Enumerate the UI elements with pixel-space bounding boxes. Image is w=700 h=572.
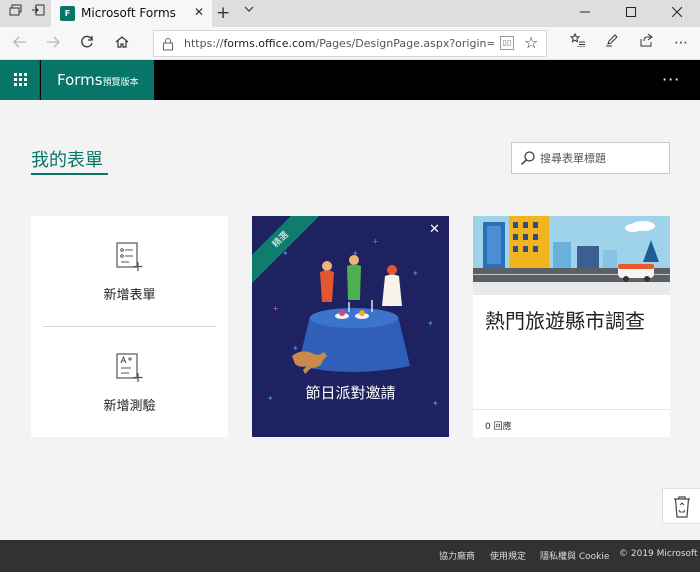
url-path: /Pages/DesignPage.aspx?origin=shell&auth [315, 37, 494, 50]
form-card[interactable]: 熱門旅遊縣市調查 0 回應 [473, 216, 670, 437]
new-form-button[interactable]: 新增表單 [31, 216, 228, 326]
search-input[interactable] [540, 147, 666, 169]
address-bar[interactable]: https://forms.office.com/Pages/DesignPag… [153, 30, 547, 57]
dismiss-icon[interactable]: ✕ [429, 222, 440, 237]
recycle-bin-icon [674, 496, 690, 518]
new-quiz-label: 新增測驗 [103, 399, 156, 414]
reading-view-icon[interactable]: ▯▯ [500, 36, 514, 50]
brand-suffix: 預覽版本 [102, 78, 139, 88]
url-scheme: https:// [184, 37, 224, 50]
close-window-button[interactable] [654, 0, 700, 27]
forms-favicon-icon: F [60, 6, 75, 21]
waffle-icon [14, 73, 27, 86]
form-title: 熱門旅遊縣市調查 [485, 309, 645, 333]
favorite-star-icon[interactable]: ☆ [524, 33, 538, 52]
back-arrow-icon[interactable] [8, 33, 30, 55]
page-title[interactable]: 我的表單 [31, 146, 103, 172]
forms-app-bar: Forms預覽版本 ··· [0, 60, 700, 100]
address-toolbar: https://forms.office.com/Pages/DesignPag… [0, 27, 700, 60]
search-icon [521, 151, 535, 165]
response-count: 0 回應 [485, 422, 512, 432]
terms-link[interactable]: 使用規定 [490, 549, 526, 562]
share-icon[interactable] [636, 32, 658, 54]
tab-groups-icon[interactable] [5, 4, 25, 24]
tab-title: Microsoft Forms [81, 6, 176, 20]
third-party-link[interactable]: 協力廠商 [439, 549, 475, 562]
new-form-icon [116, 242, 143, 271]
set-aside-tabs-icon[interactable] [28, 4, 48, 24]
favorites-list-icon[interactable] [567, 32, 589, 54]
refresh-icon[interactable] [76, 33, 98, 55]
browser-tab[interactable]: F Microsoft Forms ✕ [51, 0, 212, 27]
city-illustration [473, 216, 670, 295]
home-icon[interactable] [111, 33, 133, 55]
svg-text:✦: ✦ [292, 344, 299, 353]
copyright-text: © 2019 Microsoft [619, 549, 698, 559]
featured-template-card[interactable]: ✦+✦ +✦✦ +✦+ ✦✦+ 精選 ✕ 節日派對邀請 [252, 216, 449, 437]
brand-name: Forms預覽版本 [57, 71, 139, 89]
deleted-forms-button[interactable] [662, 488, 700, 524]
lock-icon [163, 38, 173, 51]
svg-text:✦: ✦ [412, 269, 419, 278]
url-text: https://forms.office.com/Pages/DesignPag… [184, 37, 494, 50]
svg-text:+: + [272, 304, 279, 313]
footer: 協力廠商 使用規定 隱私權與 Cookie © 2019 Microsoft [0, 540, 700, 572]
new-tab-button[interactable]: + [216, 3, 230, 23]
search-box[interactable] [511, 142, 670, 174]
tab-close-icon[interactable]: ✕ [194, 5, 204, 19]
forward-arrow-icon[interactable] [42, 33, 64, 55]
svg-text:+: + [372, 237, 379, 246]
settings-more-icon[interactable]: ⋯ [670, 32, 692, 54]
minimize-button[interactable] [562, 0, 608, 27]
svg-text:✦: ✦ [427, 319, 434, 328]
privacy-cookies-link[interactable]: 隱私權與 Cookie [540, 549, 609, 562]
browser-tab-bar: F Microsoft Forms ✕ + [0, 0, 700, 27]
tab-preview-chevron-icon[interactable] [243, 3, 255, 18]
app-launcher-button[interactable] [0, 60, 40, 100]
card-separator [473, 409, 670, 410]
pen-notes-icon[interactable] [601, 32, 623, 54]
create-card: 新增表單 新增測驗 [31, 216, 228, 437]
brand-link[interactable]: Forms預覽版本 [41, 60, 154, 100]
url-host: forms.office.com [223, 37, 316, 50]
new-quiz-icon [116, 353, 143, 382]
new-form-label: 新增表單 [103, 288, 156, 303]
app-more-button[interactable]: ··· [662, 70, 680, 89]
featured-title: 節日派對邀請 [305, 384, 396, 402]
brand-text: Forms [57, 71, 103, 89]
new-quiz-button[interactable]: 新增測驗 [31, 327, 228, 437]
maximize-button[interactable] [608, 0, 654, 27]
title-underline [31, 173, 108, 175]
